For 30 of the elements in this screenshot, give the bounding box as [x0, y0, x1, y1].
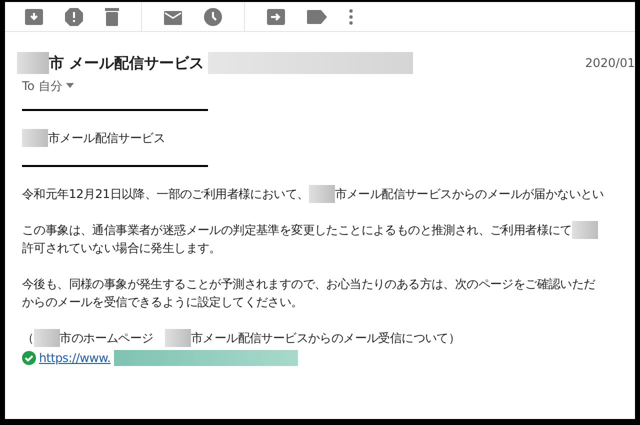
spam-icon[interactable]	[65, 8, 83, 26]
mail-icon[interactable]	[164, 8, 182, 24]
body-text: 今後も、同様の事象が発生することが予測されますので、お心当たりのある方は、次のページをご確認いただ	[22, 276, 596, 292]
body-text: 市のホームページ	[60, 330, 154, 346]
check-icon	[22, 350, 36, 364]
body-text: （	[22, 330, 34, 346]
redaction-block	[165, 328, 192, 346]
body-text: 許可されていない場合に発生します。	[22, 240, 221, 256]
redaction-block	[308, 184, 335, 202]
body-text: 令和元年12月21日以降、一部のご利用者様において、	[22, 186, 309, 202]
redaction-block	[17, 52, 49, 74]
redaction-block	[572, 220, 598, 238]
body-text: 市メール配信サービス	[48, 130, 166, 146]
trash-icon[interactable]	[105, 8, 119, 26]
redaction-block	[34, 328, 60, 346]
recipient-label: To 自分	[22, 78, 62, 94]
body-text: からのメールを受信できるように設定してください。	[22, 294, 303, 310]
archive-icon[interactable]	[25, 8, 43, 24]
dropdown-caret-icon[interactable]	[66, 83, 74, 88]
more-icon[interactable]	[349, 8, 353, 24]
clock-icon[interactable]	[204, 8, 222, 26]
move-icon[interactable]	[267, 8, 285, 24]
body-text: 市メール配信サービスからのメールが届かないとい	[334, 186, 604, 202]
url-link[interactable]: https://www.	[39, 348, 111, 366]
email-subject: 市 メール配信サービス	[49, 53, 204, 74]
redaction-block	[22, 128, 48, 146]
label-icon[interactable]	[307, 10, 327, 24]
email-date: 2020/01	[585, 55, 635, 72]
body-text: 市メール配信サービスからのメール受信について）	[191, 330, 460, 346]
body-text: この事象は、通信事業者が迷惑メールの判定基準を変更したことによるものと推測され、ご利用者様にて	[22, 222, 572, 238]
